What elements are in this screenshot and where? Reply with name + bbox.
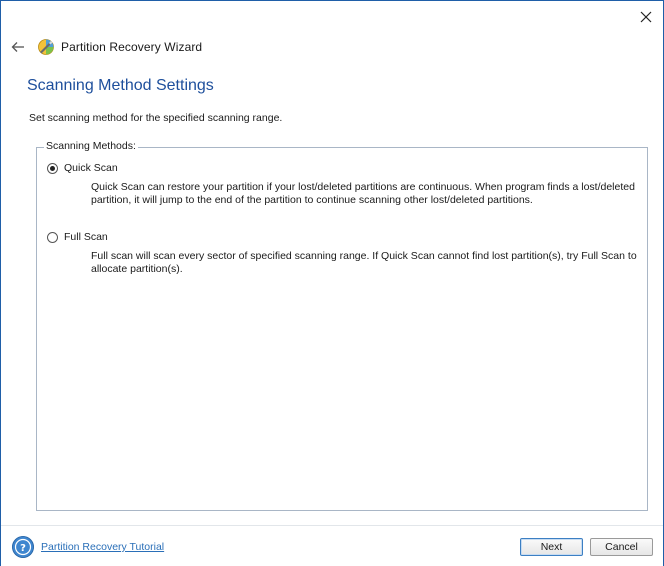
back-button[interactable] [9,38,27,56]
tutorial-link[interactable]: Partition Recovery Tutorial [41,541,164,553]
app-title: Partition Recovery Wizard [61,40,203,54]
close-icon [640,11,652,23]
footer: ? Partition Recovery Tutorial Next Cance… [1,525,663,566]
partition-wizard-icon [37,38,55,56]
quick-scan-radio[interactable] [47,162,58,174]
page-title: Scanning Method Settings [27,77,214,94]
help-icon[interactable]: ? [12,536,34,558]
full-scan-option[interactable]: Full Scan [47,231,108,243]
radio-selected-dot [50,165,55,171]
quick-scan-label[interactable]: Quick Scan [64,162,118,174]
cancel-button[interactable]: Cancel [590,538,653,556]
quick-scan-option[interactable]: Quick Scan [47,162,118,174]
close-button[interactable] [631,3,661,31]
scanning-methods-group: Scanning Methods: Quick Scan Quick Scan … [36,140,648,511]
wizard-window: Partition Recovery Wizard Scanning Metho… [0,0,664,566]
back-arrow-icon [11,42,24,52]
next-button[interactable]: Next [520,538,583,556]
full-scan-label[interactable]: Full Scan [64,231,108,243]
header-row: Partition Recovery Wizard [9,35,202,59]
group-legend: Scanning Methods: [44,140,138,152]
svg-text:?: ? [20,543,26,554]
full-scan-radio[interactable] [47,231,58,243]
quick-scan-description: Quick Scan can restore your partition if… [91,181,635,206]
page-description: Set scanning method for the specified sc… [29,112,283,124]
full-scan-description: Full scan will scan every sector of spec… [91,250,637,275]
title-bar [1,1,663,35]
